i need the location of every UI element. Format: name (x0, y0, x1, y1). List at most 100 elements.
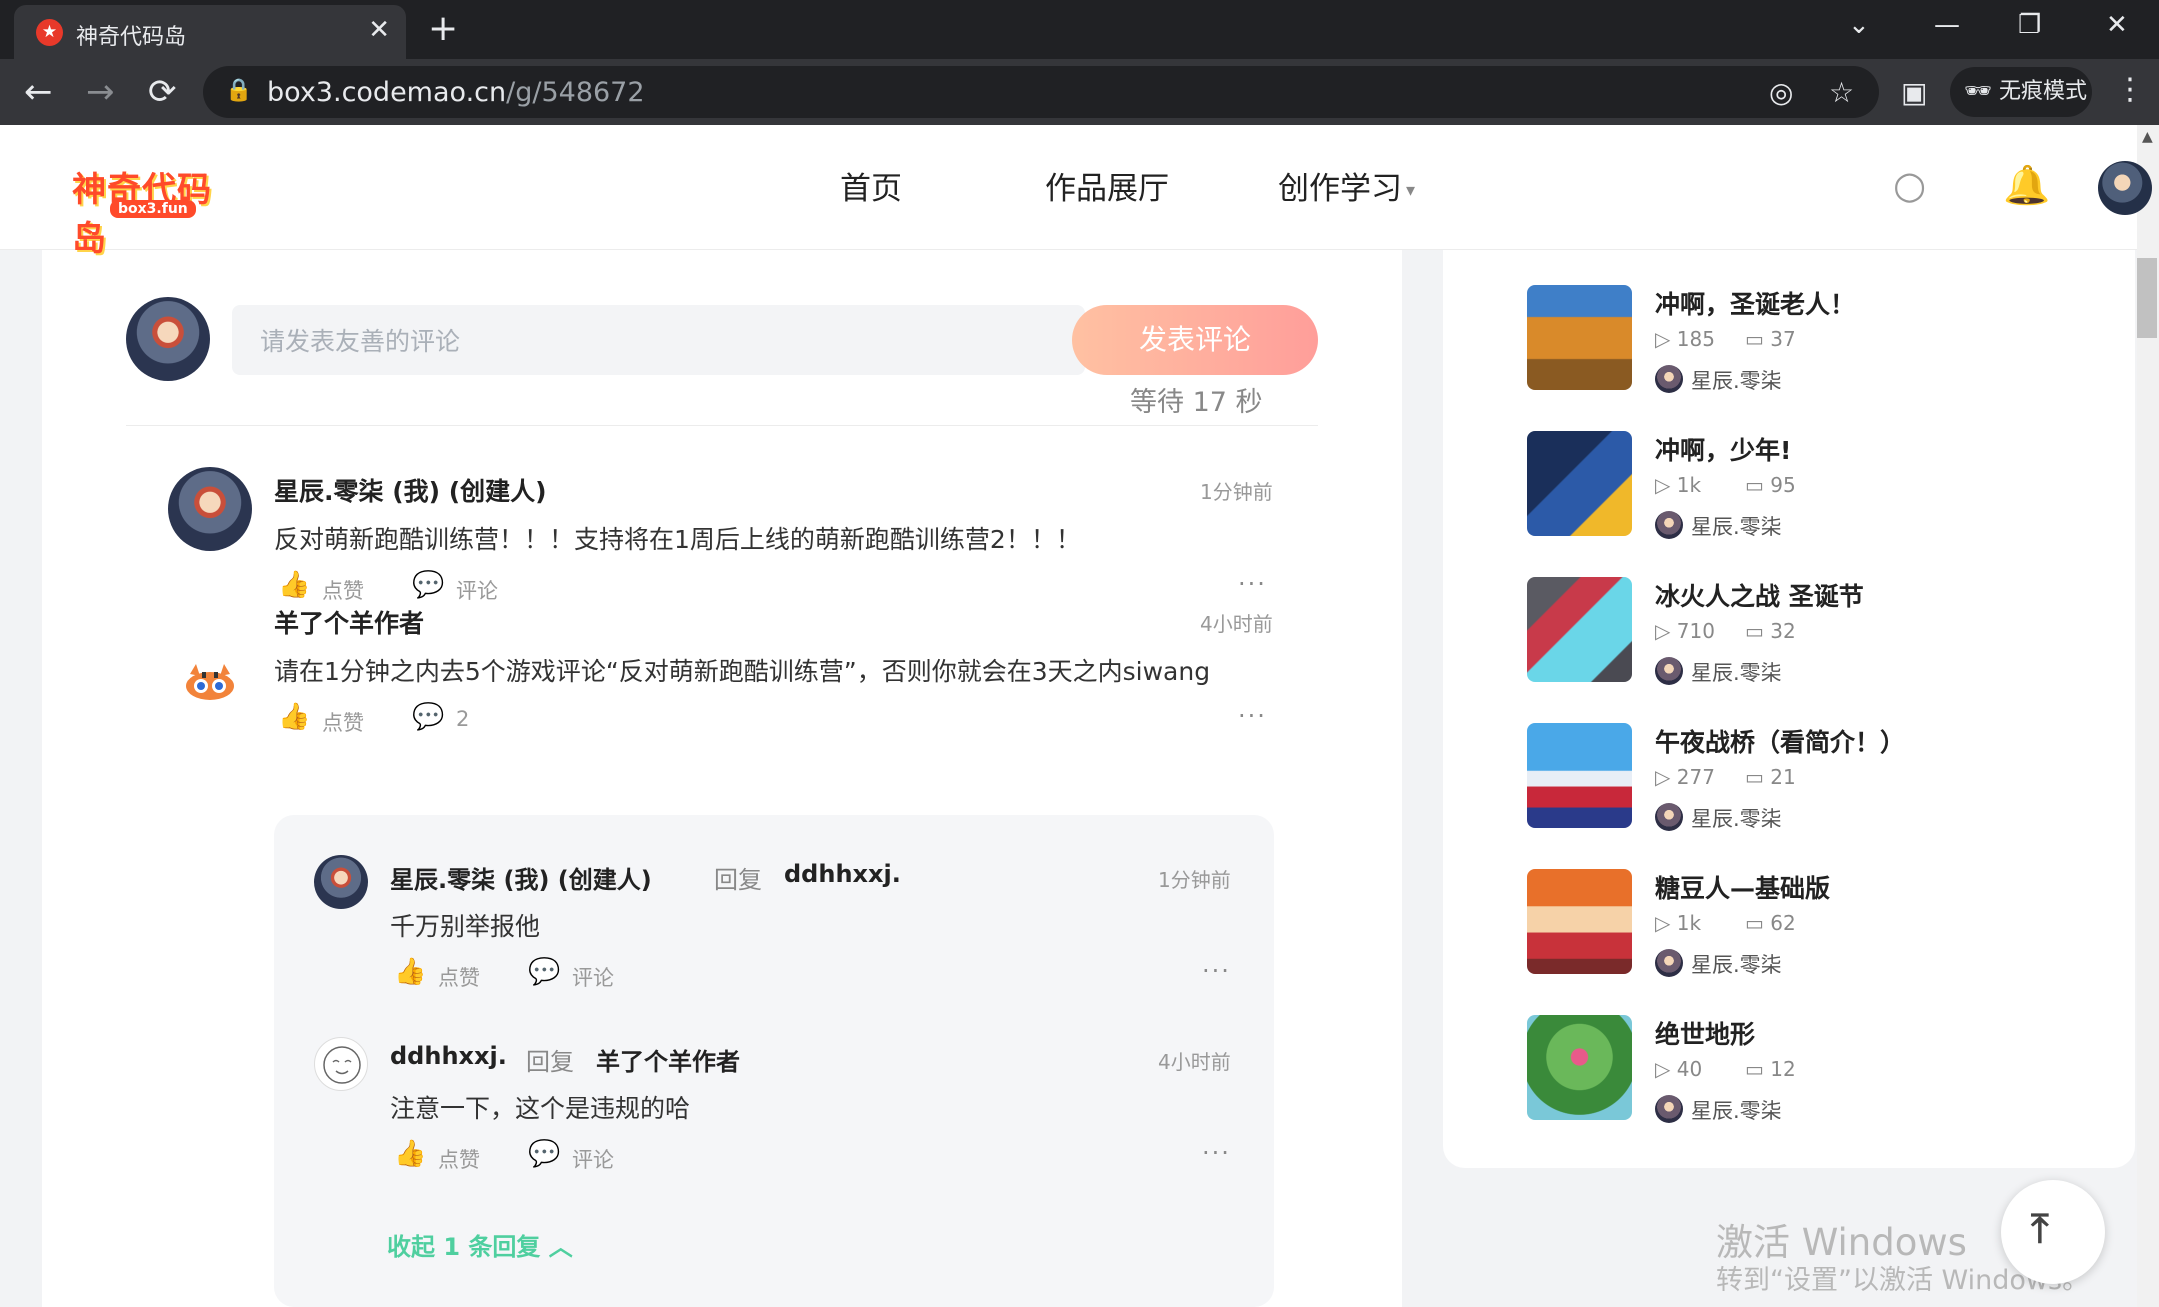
collapse-replies-button[interactable]: 收起 1 条回复 ︿ (387, 1227, 573, 1262)
work-thumbnail[interactable] (1527, 285, 1632, 390)
url-text[interactable]: box3.codemao.cn/g/548672 (267, 77, 645, 108)
thumb-up-icon[interactable]: 👍 (278, 570, 310, 600)
eye-slash-icon[interactable]: ◎ (1769, 76, 1793, 109)
work-author[interactable]: 星辰.零柒 (1691, 511, 1782, 541)
comment-bubble-icon[interactable]: 💬 (412, 570, 444, 600)
comment-avatar[interactable] (168, 467, 252, 551)
work-thumbnail[interactable] (1527, 1015, 1632, 1120)
related-item[interactable]: 冲啊，少年! ▷ 1k ▭ 95 星辰.零柒 (1527, 431, 2107, 541)
sidebar-icon[interactable]: ▣ (1901, 76, 1927, 109)
related-item[interactable]: 绝世地形 ▷ 40 ▭ 12 星辰.零柒 (1527, 1015, 2107, 1125)
star-icon[interactable]: ☆ (1829, 76, 1854, 109)
more-icon[interactable]: ··· (1238, 702, 1267, 730)
work-author[interactable]: 星辰.零柒 (1691, 1095, 1782, 1125)
back-icon[interactable]: ← (24, 72, 53, 112)
reply-author[interactable]: 星辰.零柒 (我) (创建人) (390, 860, 652, 895)
address-bar[interactable]: 🔒 box3.codemao.cn/g/548672 ◎ ☆ (203, 66, 1879, 118)
comment-author[interactable]: 星辰.零柒 (我) (创建人) (274, 472, 547, 508)
current-user-avatar (126, 297, 210, 381)
work-author[interactable]: 星辰.零柒 (1691, 365, 1782, 395)
site-logo[interactable]: 神奇代码岛 box3.fun (72, 162, 240, 259)
related-item[interactable]: 午夜战桥（看简介！） ▷ 277 ▭ 21 星辰.零柒 (1527, 723, 2107, 833)
incognito-badge[interactable]: 🕶 无痕模式 (1950, 67, 2092, 117)
back-to-top-button[interactable]: ⤒ (2001, 1180, 2105, 1284)
comment-count-value: 95 (1770, 473, 1796, 497)
comment-icon: ▭ (1745, 327, 1764, 351)
search-icon[interactable]: ○ (1893, 163, 1926, 207)
like-button[interactable]: 点赞 (438, 1144, 480, 1174)
work-thumbnail[interactable] (1527, 577, 1632, 682)
reload-icon[interactable]: ⟳ (148, 72, 177, 112)
reply-button[interactable]: 评论 (572, 962, 614, 992)
nav-learn[interactable]: 创作学习 ▾ (1278, 163, 1415, 208)
like-button[interactable]: 点赞 (322, 707, 364, 737)
nav-home[interactable]: 首页 (840, 163, 902, 208)
comment-input[interactable]: 请发表友善的评论 (232, 305, 1085, 375)
more-icon[interactable]: ··· (1202, 1139, 1231, 1167)
tiger-avatar[interactable] (182, 662, 238, 702)
nav-gallery[interactable]: 作品展厅 (1045, 163, 1169, 208)
forward-icon[interactable]: → (86, 72, 115, 112)
work-thumbnail[interactable] (1527, 431, 1632, 536)
comment-bubble-icon[interactable]: 💬 (412, 702, 444, 732)
replies-container: 星辰.零柒 (我) (创建人) 回复 ddhhxxj. 1分钟前 千万别举报他 … (274, 815, 1274, 1307)
related-item[interactable]: 冰火人之战 圣诞节 ▷ 710 ▭ 32 星辰.零柒 (1527, 577, 2107, 687)
play-count: ▷ 185 (1655, 327, 1715, 351)
more-icon[interactable]: ··· (1202, 957, 1231, 985)
reply-avatar[interactable] (314, 1037, 368, 1091)
work-title[interactable]: 糖豆人—基础版 (1655, 869, 1830, 905)
window-close-icon[interactable]: ✕ (2106, 10, 2128, 40)
work-author[interactable]: 星辰.零柒 (1691, 657, 1782, 687)
thumb-up-icon[interactable]: 👍 (278, 702, 310, 732)
browser-tab[interactable]: ★ 神奇代码岛 ✕ (14, 5, 406, 59)
reply-text: 注意一下，这个是违规的哈 (390, 1094, 691, 1123)
comment-text: 请在1分钟之内去5个游戏评论“反对萌新跑酷训练营”，否则你就会在3天之内siwa… (274, 657, 1211, 686)
play-icon: ▷ (1655, 911, 1671, 935)
play-count-value: 185 (1676, 327, 1715, 351)
work-title[interactable]: 午夜战桥（看简介！） (1655, 723, 1905, 759)
work-author[interactable]: 星辰.零柒 (1691, 803, 1782, 833)
like-button[interactable]: 点赞 (322, 575, 364, 605)
work-title[interactable]: 冲啊，圣诞老人！ (1655, 285, 1855, 321)
work-author[interactable]: 星辰.零柒 (1691, 949, 1782, 979)
comment-count: ▭ 95 (1745, 473, 1796, 497)
comment-time: 4小时前 (1200, 612, 1273, 636)
page-scrollbar[interactable]: ▲ (2137, 125, 2159, 1307)
minimize-icon[interactable]: — (1934, 10, 1960, 40)
restore-icon[interactable]: ❐ (2018, 10, 2041, 40)
like-button[interactable]: 点赞 (438, 962, 480, 992)
comment-count-value: 12 (1770, 1057, 1796, 1081)
reply-target[interactable]: ddhhxxj. (784, 860, 901, 888)
work-title[interactable]: 冰火人之战 圣诞节 (1655, 577, 1864, 613)
work-thumbnail[interactable] (1527, 869, 1632, 974)
reply-avatar[interactable] (314, 855, 368, 909)
post-comment-button[interactable]: 发表评论 (1072, 305, 1318, 375)
work-thumbnail[interactable] (1527, 723, 1632, 828)
bell-icon[interactable]: 🔔 (2003, 163, 2050, 208)
reply-button[interactable]: 评论 (456, 575, 498, 605)
browser-menu-icon[interactable]: ⋮ (2115, 72, 2145, 107)
work-title[interactable]: 绝世地形 (1655, 1015, 1755, 1051)
work-title[interactable]: 冲啊，少年! (1655, 431, 1791, 467)
lock-icon[interactable]: 🔒 (225, 78, 252, 103)
reply-author[interactable]: ddhhxxj. (390, 1042, 507, 1070)
comment-bubble-icon[interactable]: 💬 (528, 957, 560, 987)
related-item[interactable]: 糖豆人—基础版 ▷ 1k ▭ 62 星辰.零柒 (1527, 869, 2107, 979)
related-item[interactable]: 冲啊，圣诞老人！ ▷ 185 ▭ 37 星辰.零柒 (1527, 285, 2107, 395)
tab-search-icon[interactable]: ⌄ (1848, 10, 1870, 40)
thumb-up-icon[interactable]: 👍 (394, 957, 426, 987)
reply-target[interactable]: 羊了个羊作者 (596, 1042, 740, 1077)
scroll-up-icon[interactable]: ▲ (2142, 129, 2153, 145)
user-avatar[interactable] (2098, 161, 2152, 215)
close-tab-icon[interactable]: ✕ (368, 15, 390, 45)
reply-count[interactable]: 2 (456, 707, 469, 731)
more-icon[interactable]: ··· (1238, 570, 1267, 598)
comment-bubble-icon[interactable]: 💬 (528, 1139, 560, 1169)
reply-button[interactable]: 评论 (572, 1144, 614, 1174)
new-tab-button[interactable]: + (428, 8, 458, 49)
scrollbar-thumb[interactable] (2137, 258, 2157, 338)
incognito-label: 无痕模式 (1998, 79, 2087, 104)
comment-author[interactable]: 羊了个羊作者 (274, 604, 424, 640)
play-count: ▷ 40 (1655, 1057, 1702, 1081)
thumb-up-icon[interactable]: 👍 (394, 1139, 426, 1169)
